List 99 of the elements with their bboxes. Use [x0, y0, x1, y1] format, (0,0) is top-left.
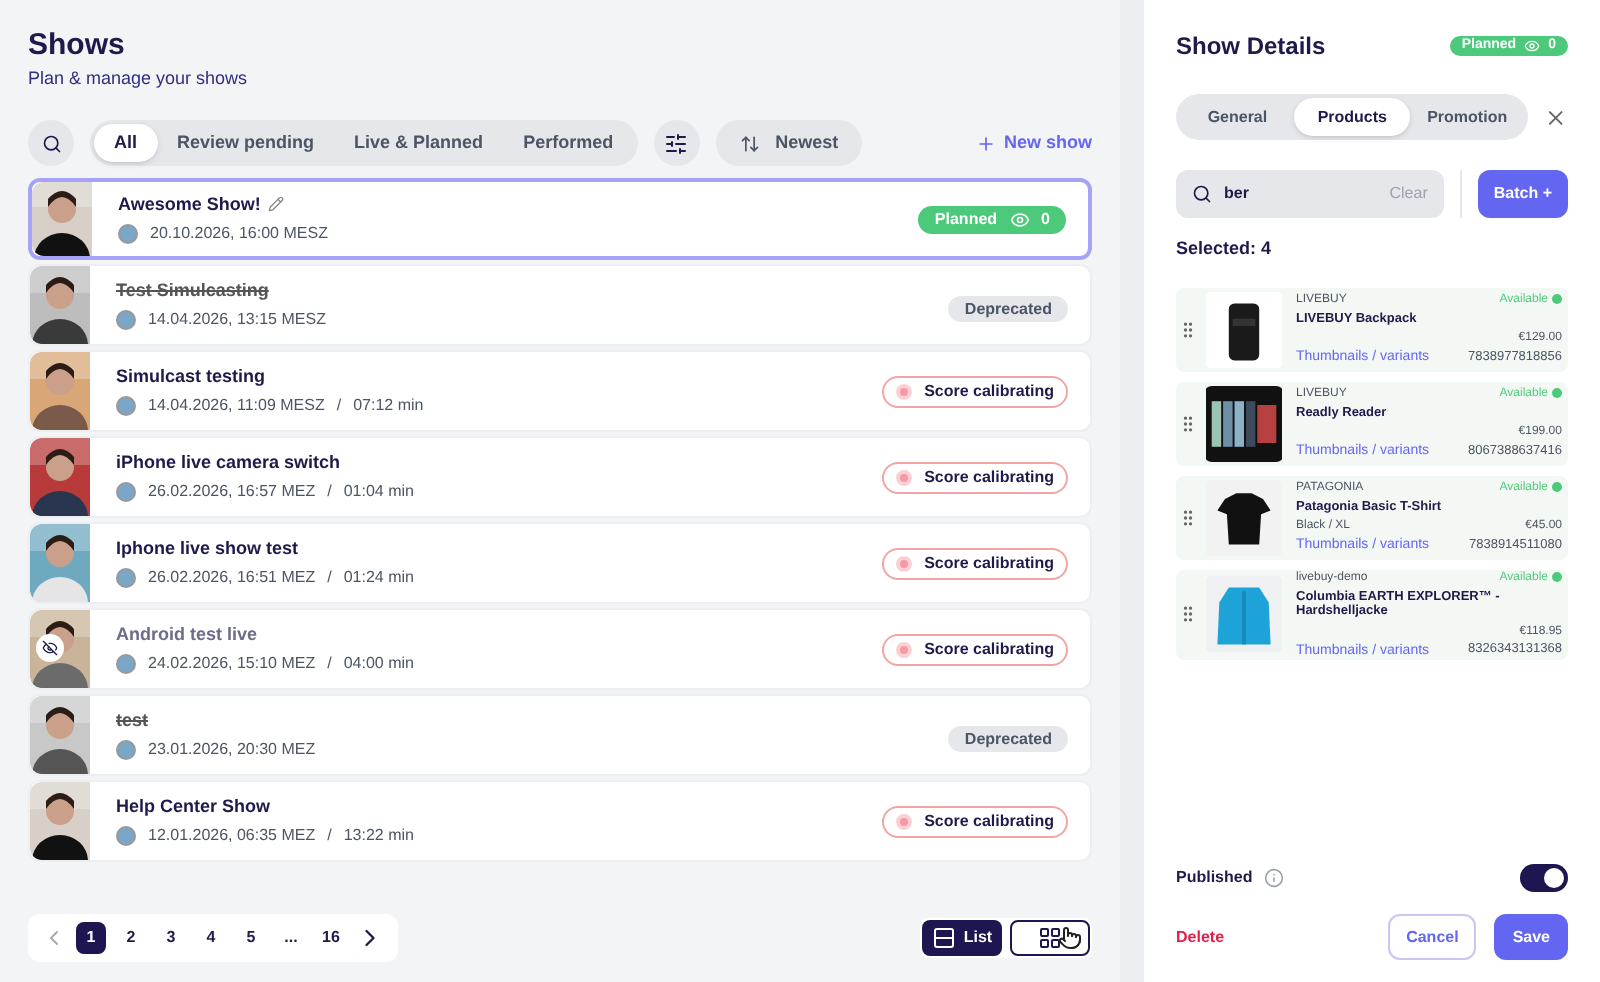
page-button[interactable]: ...	[276, 922, 306, 954]
host-avatar	[116, 653, 136, 674]
show-duration: 04:00 min	[343, 655, 414, 672]
show-title: Test Simulcasting	[116, 281, 269, 300]
show-title: Help Center Show	[116, 797, 271, 816]
eye-icon	[1524, 38, 1541, 54]
list-view-button[interactable]: List	[922, 920, 1002, 956]
detail-tab[interactable]: Products	[1294, 98, 1410, 136]
save-button[interactable]: Save	[1494, 914, 1568, 960]
filter-tab[interactable]: Performed	[503, 124, 634, 163]
show-date: 20.10.2026, 16:00 MESZ	[150, 225, 328, 242]
hand-cursor-icon	[1058, 926, 1082, 950]
new-show-link[interactable]: New show	[975, 130, 1092, 157]
show-title: Android test live	[116, 625, 258, 644]
show-card[interactable]: iPhone live camera switch 26.02.2026, 16:57 MEZ / 01:04 min Score calibrating	[28, 436, 1092, 519]
published-label: Published	[1176, 866, 1253, 890]
search-icon	[1192, 184, 1212, 204]
search-button[interactable]	[28, 120, 74, 167]
show-title: Iphone live show test	[116, 539, 299, 558]
delete-button[interactable]: Delete	[1176, 925, 1225, 949]
show-title: test	[116, 711, 149, 730]
sort-button[interactable]: Newest	[715, 120, 863, 167]
close-icon[interactable]	[1544, 105, 1568, 129]
drag-handle-icon[interactable]	[1178, 507, 1198, 527]
page-button[interactable]: 3	[156, 922, 186, 954]
show-title: iPhone live camera switch	[116, 453, 341, 472]
show-card[interactable]: Test Simulcasting 14.04.2026, 13:15 MESZ Deprecated	[28, 264, 1092, 347]
show-date: 26.02.2026, 16:57 MEZ	[148, 483, 316, 500]
host-avatar	[116, 567, 136, 588]
status-badge: Deprecated	[948, 725, 1068, 752]
panel-title: Show Details	[1176, 30, 1326, 64]
show-title: Awesome Show!	[118, 195, 261, 214]
drag-handle-icon[interactable]	[1178, 319, 1198, 339]
show-duration: 13:22 min	[343, 827, 414, 844]
status-badge: Score calibrating	[882, 547, 1068, 580]
status-badge: Score calibrating	[882, 461, 1068, 494]
host-avatar	[116, 395, 136, 416]
page-title: Shows	[28, 28, 127, 66]
show-duration: 01:04 min	[343, 483, 414, 500]
separator: /	[336, 397, 342, 414]
show-duration: 01:24 min	[343, 569, 414, 586]
host-avatar	[116, 309, 136, 330]
cancel-button[interactable]: Cancel	[1388, 914, 1477, 960]
viewer-count: 0	[1041, 207, 1050, 232]
status-badge: Score calibrating	[882, 805, 1068, 838]
status-badge: Planned 0	[918, 205, 1066, 234]
status-badge: Score calibrating	[882, 633, 1068, 666]
list-icon	[931, 926, 956, 950]
page-button[interactable]: 5	[236, 922, 266, 954]
host-avatar	[116, 481, 136, 502]
show-date: 12.01.2026, 06:35 MEZ	[148, 827, 316, 844]
separator: /	[327, 569, 332, 586]
page-button[interactable]: 1	[76, 922, 106, 954]
eye-icon	[1009, 209, 1030, 230]
filter-tab[interactable]: All	[94, 124, 158, 163]
show-date: 26.02.2026, 16:51 MEZ	[148, 569, 316, 586]
selected-count: Selected: 4	[1176, 236, 1274, 262]
show-card[interactable]: test 23.01.2026, 20:30 MEZ Deprecated	[28, 694, 1092, 777]
show-title: Simulcast testing	[116, 367, 266, 386]
show-card[interactable]: Simulcast testing 14.04.2026, 11:09 MESZ / 07:12 min Score calibrating	[28, 350, 1092, 433]
page-subtitle: Plan & manage your shows	[28, 65, 250, 92]
drag-handle-icon[interactable]	[1178, 413, 1198, 433]
page-button[interactable]: 4	[196, 922, 226, 954]
separator: /	[327, 827, 332, 844]
separator: /	[327, 655, 332, 672]
status-badge: Deprecated	[948, 295, 1068, 322]
info-icon	[1264, 868, 1285, 888]
show-date: 24.02.2026, 15:10 MEZ	[148, 655, 316, 672]
show-date: 23.01.2026, 20:30 MEZ	[148, 741, 316, 758]
show-card[interactable]: Awesome Show! 20.10.2026, 16:00 MESZ Planned 0	[28, 178, 1092, 261]
filter-settings-button[interactable]	[653, 120, 700, 167]
page-button[interactable]: 16	[316, 922, 346, 954]
detail-tab[interactable]: General	[1180, 98, 1295, 136]
grid-view-button[interactable]	[1010, 920, 1090, 956]
host-avatar	[116, 739, 136, 760]
host-avatar	[116, 825, 136, 846]
separator: /	[327, 483, 332, 500]
sort-icon	[739, 133, 760, 154]
batch-add-button[interactable]: Batch +	[1477, 170, 1568, 218]
show-card[interactable]: Android test live 24.02.2026, 15:10 MEZ / 04:00 min Score calibrating	[28, 608, 1092, 691]
status-badge: Score calibrating	[882, 375, 1068, 408]
filter-tab[interactable]: Live & Planned	[334, 124, 504, 163]
search-icon	[41, 133, 61, 154]
edit-icon[interactable]	[268, 196, 285, 213]
published-toggle[interactable]	[1520, 864, 1568, 892]
sliders-icon	[664, 131, 689, 156]
plus-icon	[975, 133, 996, 154]
page-button[interactable]: 2	[116, 922, 146, 954]
grid-icon	[1038, 926, 1062, 950]
show-card[interactable]: Iphone live show test 26.02.2026, 16:51 MEZ / 01:24 min Score calibrating	[28, 522, 1092, 605]
detail-tab[interactable]: Promotion	[1409, 98, 1525, 136]
show-date: 14.04.2026, 13:15 MESZ	[148, 311, 326, 328]
filter-tab[interactable]: Review pending	[157, 124, 335, 163]
product-search-field[interactable]: ber Clear	[1176, 170, 1444, 218]
drag-handle-icon[interactable]	[1178, 604, 1198, 625]
show-card[interactable]: Help Center Show 12.01.2026, 06:35 MEZ / 13:22 min Score calibrating	[28, 780, 1092, 863]
host-avatar	[118, 223, 138, 244]
show-duration: 07:12 min	[353, 397, 424, 414]
show-date: 14.04.2026, 11:09 MESZ	[148, 397, 325, 414]
